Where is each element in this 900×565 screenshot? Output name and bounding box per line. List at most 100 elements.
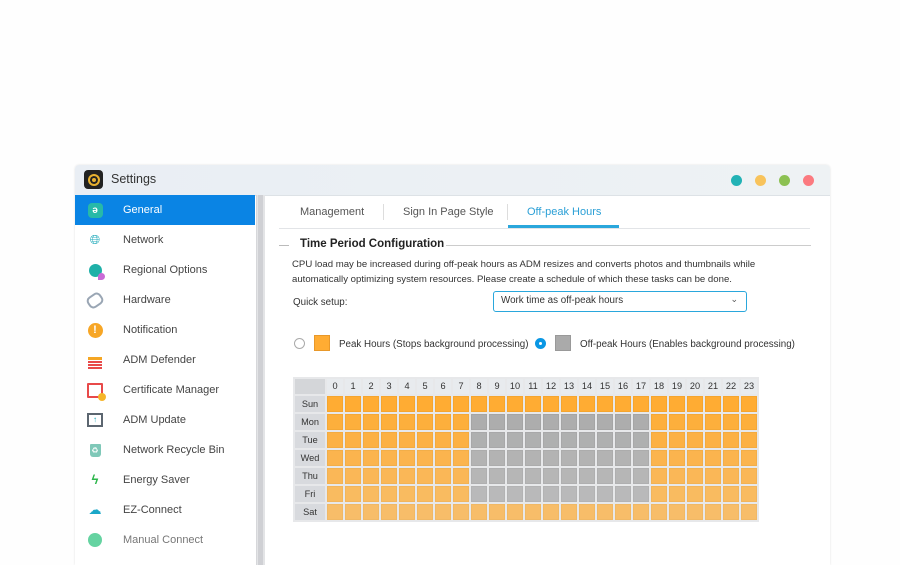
offpeak-cell[interactable] bbox=[471, 450, 487, 466]
peak-cell[interactable] bbox=[327, 486, 343, 502]
offpeak-cell[interactable] bbox=[507, 468, 523, 484]
peak-cell[interactable] bbox=[327, 414, 343, 430]
offpeak-cell[interactable] bbox=[561, 414, 577, 430]
quick-setup-dropdown[interactable]: Work time as off-peak hours ⌄ bbox=[493, 291, 747, 312]
hour-header[interactable]: 21 bbox=[705, 379, 721, 394]
peak-cell[interactable] bbox=[651, 432, 667, 448]
peak-cell[interactable] bbox=[381, 450, 397, 466]
sidebar-scrollbar[interactable] bbox=[256, 195, 265, 565]
sidebar-item-adm-update[interactable]: ↑ ADM Update bbox=[75, 405, 255, 435]
peak-cell[interactable] bbox=[507, 504, 523, 520]
grid-corner[interactable] bbox=[295, 379, 325, 394]
offpeak-cell[interactable] bbox=[471, 414, 487, 430]
peak-cell[interactable] bbox=[741, 468, 757, 484]
peak-cell[interactable] bbox=[651, 504, 667, 520]
hour-header[interactable]: 10 bbox=[507, 379, 523, 394]
peak-cell[interactable] bbox=[687, 504, 703, 520]
offpeak-cell[interactable] bbox=[561, 486, 577, 502]
peak-cell[interactable] bbox=[453, 450, 469, 466]
peak-cell[interactable] bbox=[597, 396, 613, 412]
peak-cell[interactable] bbox=[345, 504, 361, 520]
hour-header[interactable]: 15 bbox=[597, 379, 613, 394]
day-header[interactable]: Thu bbox=[295, 468, 325, 484]
peak-cell[interactable] bbox=[489, 396, 505, 412]
sidebar-item-energy-saver[interactable]: ϟ Energy Saver bbox=[75, 465, 255, 495]
peak-cell[interactable] bbox=[417, 414, 433, 430]
peak-cell[interactable] bbox=[561, 504, 577, 520]
peak-cell[interactable] bbox=[651, 468, 667, 484]
peak-cell[interactable] bbox=[579, 504, 595, 520]
peak-cell[interactable] bbox=[651, 450, 667, 466]
peak-cell[interactable] bbox=[363, 504, 379, 520]
peak-cell[interactable] bbox=[327, 396, 343, 412]
peak-cell[interactable] bbox=[705, 504, 721, 520]
peak-cell[interactable] bbox=[651, 414, 667, 430]
peak-cell[interactable] bbox=[417, 450, 433, 466]
peak-cell[interactable] bbox=[651, 396, 667, 412]
sidebar-item-manual-connect[interactable]: Manual Connect bbox=[75, 525, 255, 555]
peak-cell[interactable] bbox=[561, 396, 577, 412]
peak-cell[interactable] bbox=[543, 504, 559, 520]
hour-header[interactable]: 23 bbox=[741, 379, 757, 394]
peak-cell[interactable] bbox=[507, 396, 523, 412]
offpeak-cell[interactable] bbox=[489, 468, 505, 484]
hour-header[interactable]: 8 bbox=[471, 379, 487, 394]
peak-cell[interactable] bbox=[723, 504, 739, 520]
peak-cell[interactable] bbox=[453, 486, 469, 502]
teal-dot[interactable] bbox=[731, 175, 742, 186]
peak-cell[interactable] bbox=[327, 432, 343, 448]
peak-cell[interactable] bbox=[363, 414, 379, 430]
day-header[interactable]: Mon bbox=[295, 414, 325, 430]
peak-cell[interactable] bbox=[381, 414, 397, 430]
peak-cell[interactable] bbox=[723, 414, 739, 430]
offpeak-cell[interactable] bbox=[597, 468, 613, 484]
peak-cell[interactable] bbox=[435, 450, 451, 466]
peak-cell[interactable] bbox=[345, 468, 361, 484]
day-header[interactable]: Sat bbox=[295, 504, 325, 520]
peak-cell[interactable] bbox=[741, 450, 757, 466]
peak-cell[interactable] bbox=[417, 396, 433, 412]
close-dot[interactable] bbox=[803, 175, 814, 186]
peak-cell[interactable] bbox=[669, 432, 685, 448]
peak-cell[interactable] bbox=[417, 432, 433, 448]
peak-cell[interactable] bbox=[741, 504, 757, 520]
peak-cell[interactable] bbox=[669, 396, 685, 412]
peak-cell[interactable] bbox=[705, 396, 721, 412]
offpeak-cell[interactable] bbox=[633, 450, 649, 466]
offpeak-cell[interactable] bbox=[525, 468, 541, 484]
hour-header[interactable]: 18 bbox=[651, 379, 667, 394]
hour-header[interactable]: 5 bbox=[417, 379, 433, 394]
hour-header[interactable]: 17 bbox=[633, 379, 649, 394]
sidebar-scroll-thumb[interactable] bbox=[258, 195, 263, 565]
peak-cell[interactable] bbox=[705, 414, 721, 430]
sidebar-item-hardware[interactable]: Hardware bbox=[75, 285, 255, 315]
peak-cell[interactable] bbox=[453, 468, 469, 484]
offpeak-cell[interactable] bbox=[579, 450, 595, 466]
peak-cell[interactable] bbox=[453, 396, 469, 412]
peak-cell[interactable] bbox=[363, 396, 379, 412]
peak-cell[interactable] bbox=[345, 414, 361, 430]
peak-cell[interactable] bbox=[399, 486, 415, 502]
peak-cell[interactable] bbox=[435, 504, 451, 520]
hour-header[interactable]: 22 bbox=[723, 379, 739, 394]
peak-cell[interactable] bbox=[525, 396, 541, 412]
peak-cell[interactable] bbox=[399, 450, 415, 466]
offpeak-cell[interactable] bbox=[489, 414, 505, 430]
offpeak-cell[interactable] bbox=[579, 432, 595, 448]
offpeak-cell[interactable] bbox=[489, 450, 505, 466]
peak-cell[interactable] bbox=[705, 486, 721, 502]
peak-cell[interactable] bbox=[363, 450, 379, 466]
offpeak-cell[interactable] bbox=[561, 432, 577, 448]
offpeak-cell[interactable] bbox=[579, 486, 595, 502]
peak-cell[interactable] bbox=[669, 468, 685, 484]
peak-cell[interactable] bbox=[471, 504, 487, 520]
peak-cell[interactable] bbox=[687, 450, 703, 466]
peak-cell[interactable] bbox=[453, 414, 469, 430]
peak-cell[interactable] bbox=[633, 396, 649, 412]
peak-cell[interactable] bbox=[363, 486, 379, 502]
peak-cell[interactable] bbox=[651, 486, 667, 502]
offpeak-cell[interactable] bbox=[525, 450, 541, 466]
offpeak-cell[interactable] bbox=[579, 468, 595, 484]
peak-cell[interactable] bbox=[633, 504, 649, 520]
peak-cell[interactable] bbox=[723, 486, 739, 502]
